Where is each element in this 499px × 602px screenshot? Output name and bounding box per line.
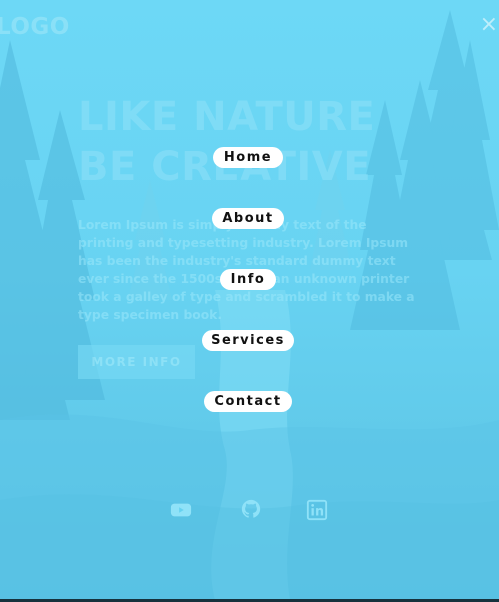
- site-logo[interactable]: LOGO: [0, 14, 70, 40]
- linkedin-icon[interactable]: [306, 499, 328, 521]
- more-info-button[interactable]: MORE INFO: [78, 345, 195, 379]
- youtube-icon[interactable]: [170, 499, 192, 521]
- nav-item-services[interactable]: Services: [202, 330, 294, 351]
- hero-title-line1: LIKE NATURE: [78, 94, 376, 140]
- nav-item-about[interactable]: About: [212, 208, 284, 229]
- nav-item-home[interactable]: Home: [213, 147, 283, 168]
- close-icon[interactable]: ×: [480, 14, 498, 36]
- background-scene: LOGO × LIKE NATURE BE CREATIVE Lorem Ips…: [0, 0, 499, 602]
- nav-item-info[interactable]: Info: [220, 269, 276, 290]
- nav-item-contact[interactable]: Contact: [204, 391, 292, 412]
- github-icon[interactable]: [240, 498, 262, 520]
- hero-title: LIKE NATURE BE CREATIVE: [78, 92, 418, 192]
